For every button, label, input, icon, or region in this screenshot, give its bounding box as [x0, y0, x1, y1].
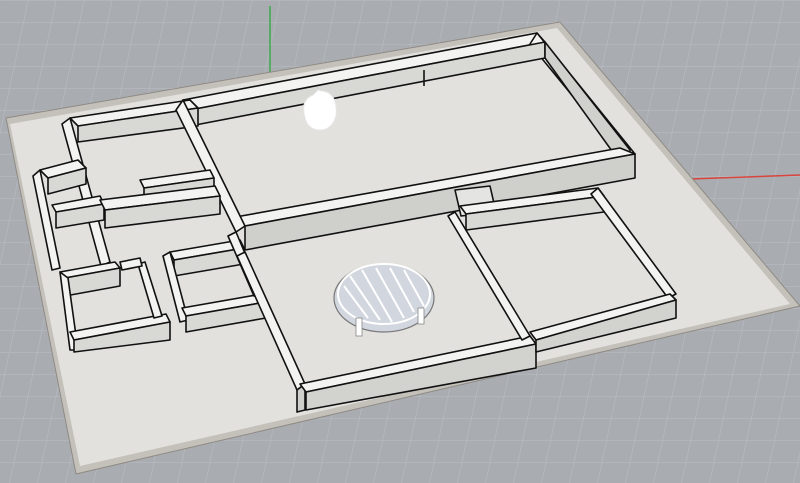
- 3d-viewport[interactable]: [0, 0, 800, 483]
- viewport-canvas[interactable]: [0, 0, 800, 483]
